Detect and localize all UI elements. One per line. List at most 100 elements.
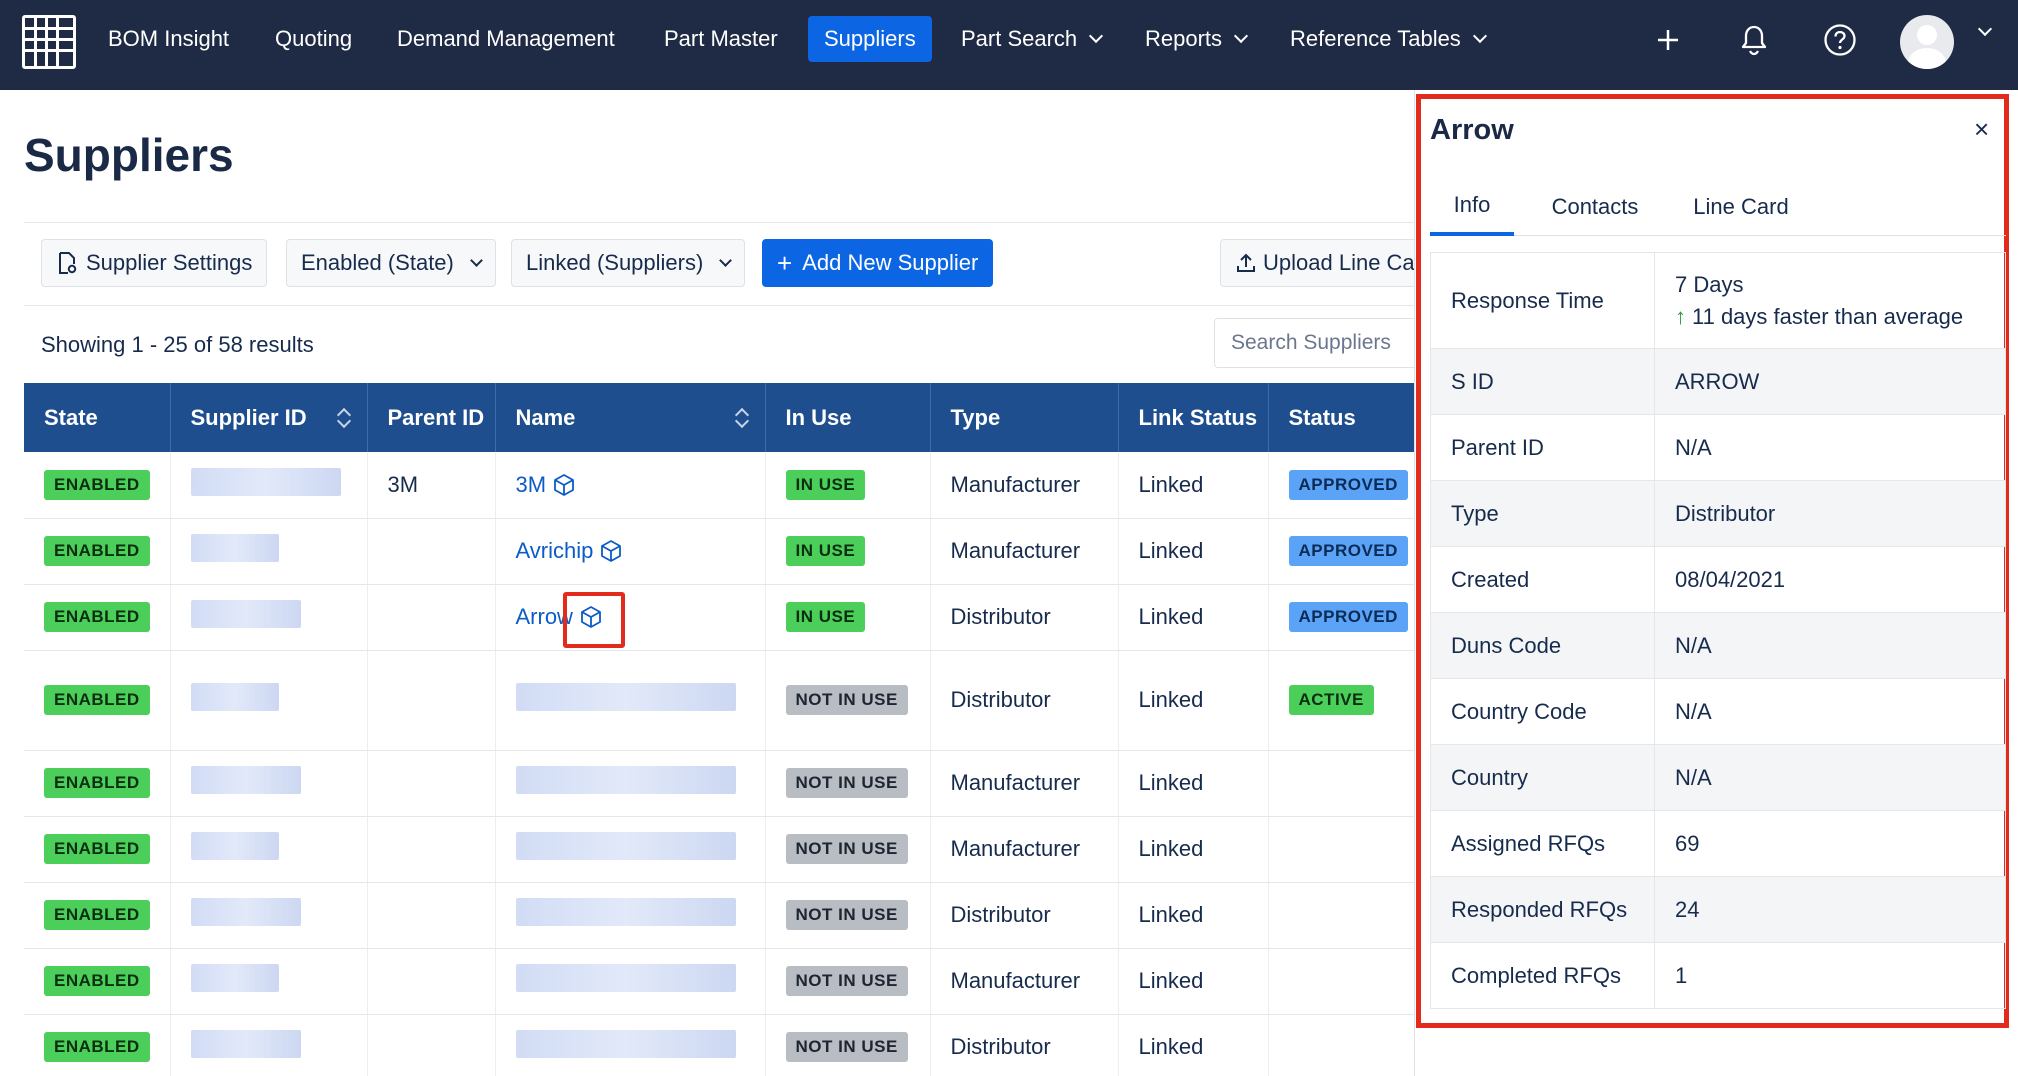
supplier-settings-button[interactable]: Supplier Settings <box>41 239 268 287</box>
table-row[interactable]: ENABLED Avrichip IN USE Manufacturer Linked A… <box>24 518 1415 585</box>
col-header-name[interactable]: Name <box>495 383 766 452</box>
cell-state: ENABLED <box>24 816 171 883</box>
suppliers-table: State Supplier ID Parent ID Name In Use … <box>24 383 1415 1076</box>
nav-label: BOM Insight <box>108 26 230 51</box>
nav-reports[interactable]: Reports <box>1129 16 1262 62</box>
cell-link-status: Linked <box>1118 750 1269 817</box>
info-value: Distributor <box>1675 500 1776 526</box>
table-row[interactable]: ENABLED NOT IN USE Distributor Linked <box>24 1014 1415 1076</box>
help-icon[interactable] <box>1822 22 1858 58</box>
cell-status: APPROVED <box>1268 452 1415 519</box>
cell-type: Manufacturer <box>930 750 1119 817</box>
header-label: Name <box>515 404 576 430</box>
cell-parent-id <box>367 816 496 883</box>
cell-status <box>1268 750 1415 817</box>
nav-bom-insight[interactable]: BOM Insight <box>92 16 245 62</box>
info-value-cell: Distributor <box>1654 480 2006 547</box>
cell-parent-id <box>367 518 496 585</box>
tab-info[interactable]: Info <box>1430 178 1514 236</box>
cell-link-status: Linked <box>1118 650 1269 751</box>
state-filter-dropdown[interactable]: Enabled (State) <box>286 239 496 287</box>
redacted-supplier-id <box>190 600 301 628</box>
info-key: Completed RFQs <box>1430 942 1655 1009</box>
info-value: N/A <box>1675 764 1712 790</box>
sort-icon[interactable] <box>337 407 349 429</box>
col-header-supplier-id[interactable]: Supplier ID <box>170 383 368 452</box>
plus-icon: + <box>777 247 793 278</box>
search-input[interactable]: Search Suppliers <box>1214 318 1434 368</box>
sort-icon[interactable] <box>735 407 747 429</box>
avatar-icon[interactable] <box>1900 15 1954 69</box>
col-header-link-status[interactable]: Link Status <box>1118 383 1269 452</box>
info-value-cell: 7 Days ↑ 11 days faster than average <box>1654 252 2006 349</box>
cell-in-use: NOT IN USE <box>765 882 931 949</box>
info-row: Completed RFQs 1 <box>1430 942 2006 1009</box>
apps-grid-icon[interactable] <box>22 15 76 69</box>
cell-in-use: NOT IN USE <box>765 1014 931 1076</box>
col-header-parent-id[interactable]: Parent ID <box>367 383 496 452</box>
cell-status: APPROVED <box>1268 584 1415 651</box>
nav-part-master[interactable]: Part Master <box>648 16 794 62</box>
cell-state: ENABLED <box>24 948 171 1015</box>
plus-icon[interactable] <box>1650 22 1686 58</box>
nav-reference-tables[interactable]: Reference Tables <box>1274 16 1501 62</box>
cell-link-status: Linked <box>1118 584 1269 651</box>
in-use-badge: IN USE <box>785 536 866 566</box>
tab-line-card[interactable]: Line Card <box>1676 178 1806 236</box>
cube-icon[interactable] <box>552 473 576 497</box>
col-header-status[interactable]: Status <box>1268 383 1415 452</box>
cell-link-status: Linked <box>1118 882 1269 949</box>
redacted-supplier-id <box>190 1030 301 1058</box>
bell-icon[interactable] <box>1736 22 1772 58</box>
nav-label: Part Search <box>961 26 1078 51</box>
table-row[interactable]: ENABLED NOT IN USE Manufacturer Linked <box>24 750 1415 817</box>
redacted-name <box>515 832 736 860</box>
cell-in-use: IN USE <box>765 452 931 519</box>
cell-name: 3M <box>495 452 766 519</box>
cell-type: Distributor <box>930 1014 1119 1076</box>
tab-contacts[interactable]: Contacts <box>1530 178 1660 236</box>
nav-suppliers[interactable]: Suppliers <box>808 16 932 62</box>
info-row: Parent ID N/A <box>1430 414 2006 481</box>
table-row[interactable]: ENABLED NOT IN USE Manufacturer Linked <box>24 948 1415 1015</box>
supplier-name-link[interactable]: Avrichip <box>516 538 624 564</box>
cube-icon[interactable] <box>599 539 623 563</box>
col-header-type[interactable]: Type <box>930 383 1119 452</box>
cell-type: Manufacturer <box>930 452 1119 519</box>
in-use-badge: NOT IN USE <box>785 966 908 996</box>
button-label: Upload Line Ca <box>1263 250 1414 275</box>
col-header-state[interactable]: State <box>24 383 171 452</box>
supplier-name-link[interactable]: 3M <box>516 472 577 498</box>
redacted-name <box>515 1030 736 1058</box>
info-key: Type <box>1430 480 1655 547</box>
cell-parent-id <box>367 882 496 949</box>
linked-filter-dropdown[interactable]: Linked (Suppliers) <box>511 239 746 287</box>
cell-state: ENABLED <box>24 1014 171 1076</box>
upload-line-card-button[interactable]: Upload Line Ca <box>1220 239 1414 287</box>
info-value-cell: N/A <box>1654 678 2006 745</box>
cell-type: Manufacturer <box>930 816 1119 883</box>
panel-tabs: Info Contacts Line Card <box>1430 178 2006 236</box>
info-key: Response Time <box>1430 252 1655 349</box>
table-row[interactable]: ENABLED NOT IN USE Manufacturer Linked <box>24 816 1415 883</box>
nav-part-search[interactable]: Part Search <box>945 16 1117 62</box>
redacted-supplier-id <box>190 683 279 711</box>
chevron-down-icon[interactable] <box>1977 21 1993 37</box>
nav-demand-management[interactable]: Demand Management <box>381 16 631 62</box>
table-row[interactable]: ENABLED NOT IN USE Distributor Linked ACTIVE <box>24 650 1415 751</box>
nav-quoting[interactable]: Quoting <box>259 16 368 62</box>
close-icon[interactable]: × <box>1974 114 1989 145</box>
col-header-in-use[interactable]: In Use <box>765 383 931 452</box>
table-row[interactable]: ENABLED 3M 3M IN USE Manufacturer Linked APPRO… <box>24 452 1415 519</box>
table-row[interactable]: ENABLED Arrow IN USE Distributor Linked APPRO… <box>24 584 1415 651</box>
info-value: 08/04/2021 <box>1675 566 1786 592</box>
in-use-badge: NOT IN USE <box>785 685 908 715</box>
cell-status: ACTIVE <box>1268 650 1415 751</box>
cell-type: Manufacturer <box>930 948 1119 1015</box>
status-badge: APPROVED <box>1288 602 1408 632</box>
redacted-name <box>515 964 736 992</box>
add-new-supplier-button[interactable]: + Add New Supplier <box>762 239 994 287</box>
table-row[interactable]: ENABLED NOT IN USE Distributor Linked <box>24 882 1415 949</box>
cell-parent-id <box>367 948 496 1015</box>
cell-name <box>495 1014 766 1076</box>
